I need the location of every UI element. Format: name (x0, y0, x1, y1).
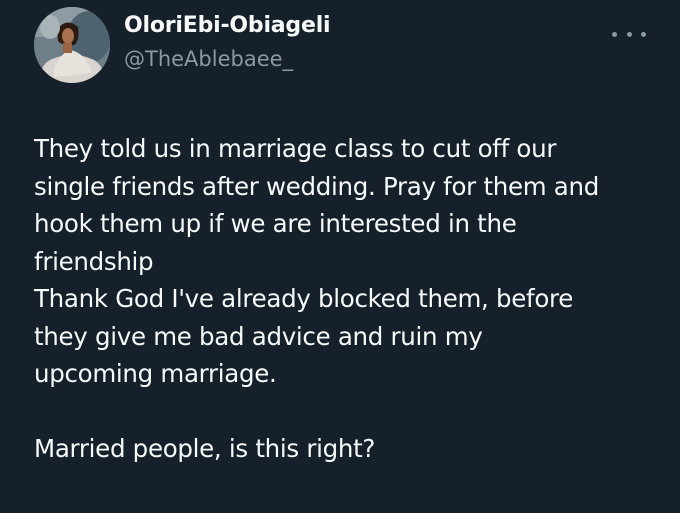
author-handle[interactable]: @TheAblebaee_ (124, 45, 330, 73)
tweet-text-line: They told us in marriage class to cut of… (34, 134, 557, 163)
tweet-text-line: they give me bad advice and ruin my (34, 321, 483, 351)
tweet-text-blank-line (34, 393, 659, 431)
tweet-text-line: friendship (34, 246, 154, 276)
profile-photo-icon (34, 7, 110, 83)
tweet-text-line: Married people, is this right? (34, 434, 376, 463)
author-avatar[interactable] (34, 7, 110, 83)
tweet-text-line: upcoming marriage. (34, 359, 277, 388)
dot (612, 31, 617, 37)
tweet-text-line: single friends after wedding. Pray for t… (34, 171, 600, 201)
tweet-card: OloriEbi-Obiageli @TheAblebaee_ They tol… (0, 0, 680, 513)
dot (641, 31, 646, 37)
dot (626, 31, 632, 37)
tweet-text-line: hook them up if we are interested in the (34, 209, 517, 238)
tweet-text: They told us in marriage class to cut of… (34, 130, 659, 468)
author-display-name[interactable]: OloriEbi-Obiageli (124, 12, 331, 40)
author-header: OloriEbi-Obiageli @TheAblebaee_ (124, 12, 331, 73)
tweet-text-line: Thank God I've already blocked them, bef… (34, 284, 574, 313)
more-options-icon[interactable] (612, 26, 646, 42)
